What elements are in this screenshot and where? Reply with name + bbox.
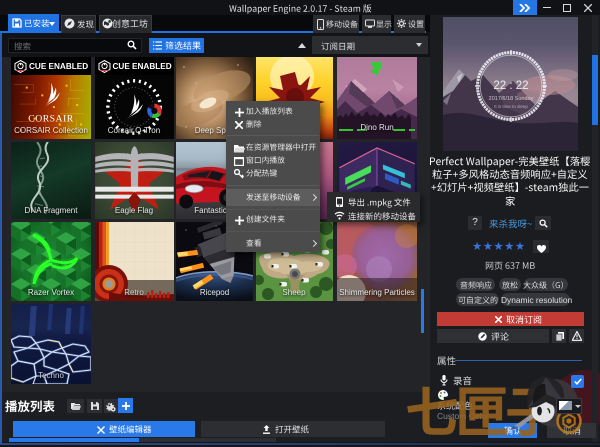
svg-text:22 : 22: 22 : 22 xyxy=(493,80,528,92)
svg-text:CORSAIR: CORSAIR xyxy=(28,114,73,125)
svg-text:It is time to sleep: It is time to sleep xyxy=(494,104,528,109)
svg-text:2017/6/18 Sunday: 2017/6/18 Sunday xyxy=(489,96,534,102)
